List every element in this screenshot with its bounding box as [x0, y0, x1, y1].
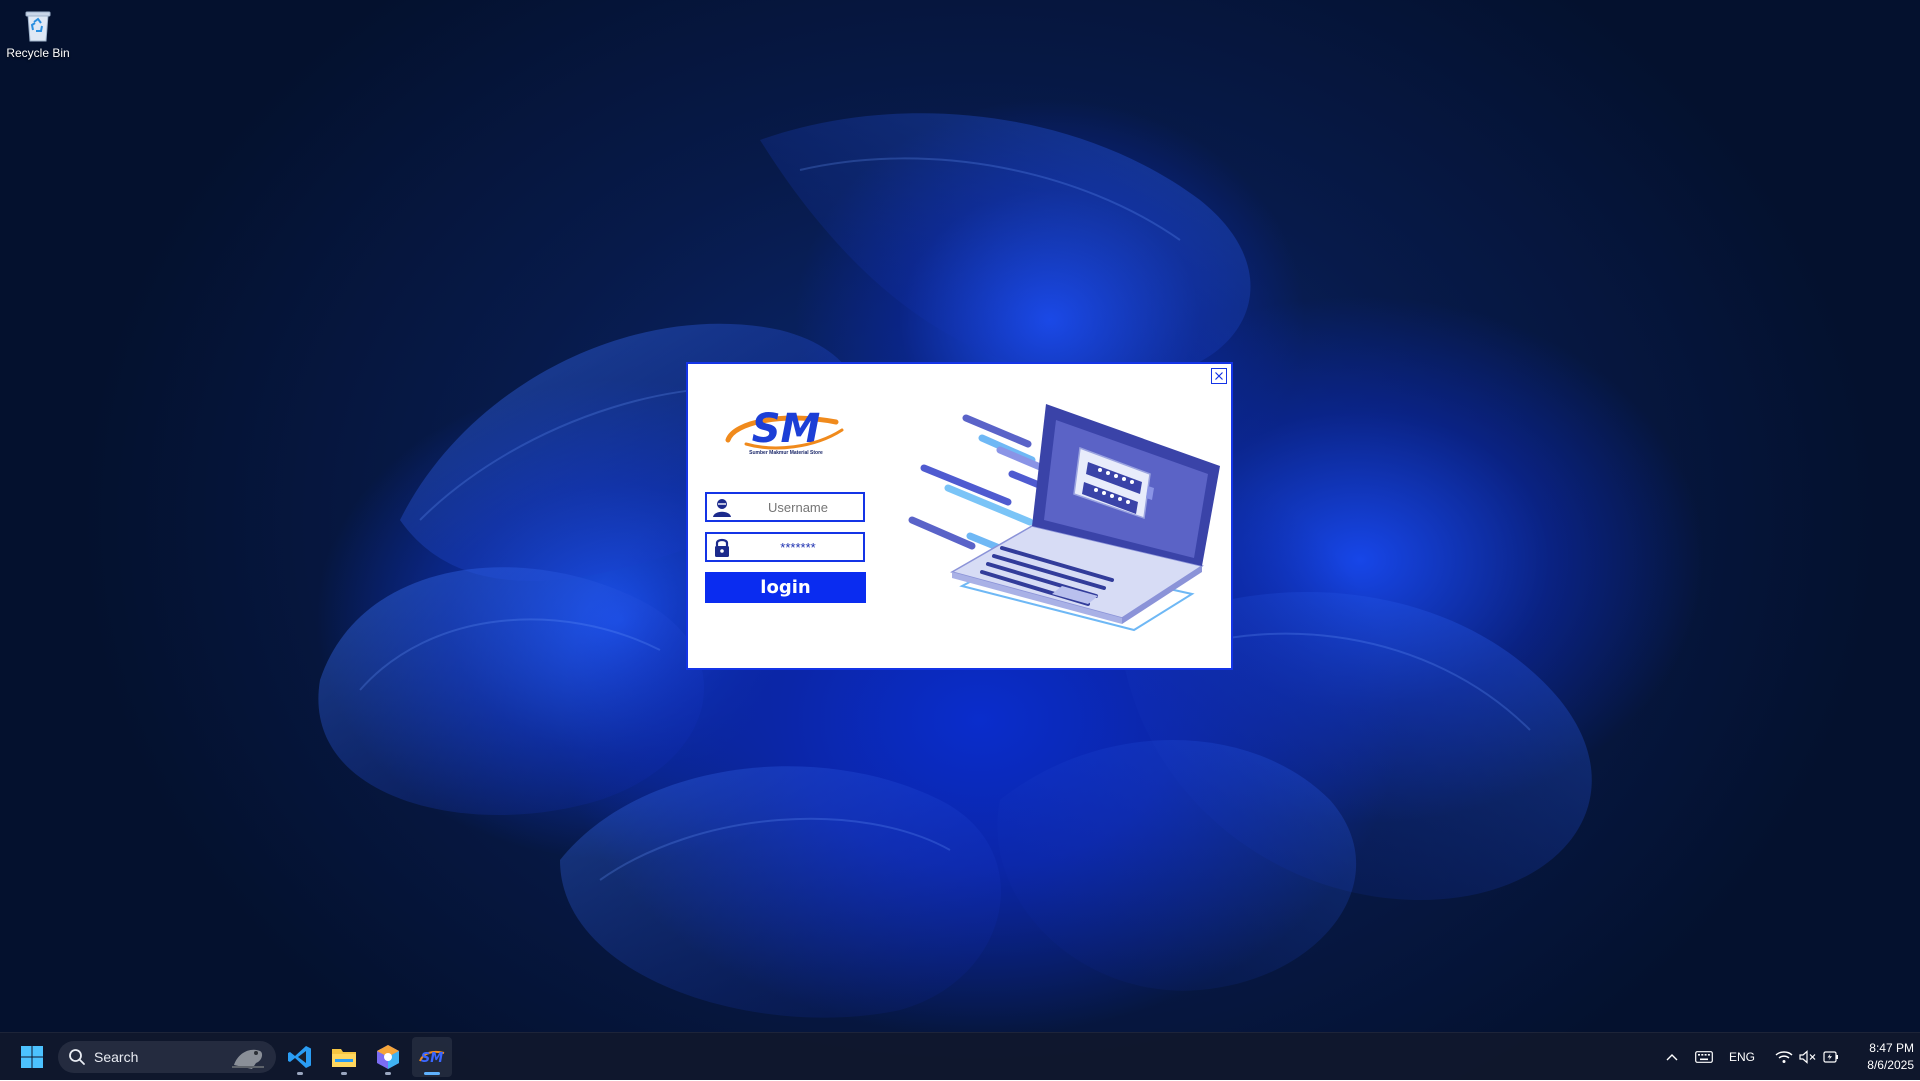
running-indicator — [385, 1072, 391, 1075]
taskbar: Search SM ENG 8:47 PM 8/6/2025 — [0, 1032, 1920, 1080]
hexagon-app-icon — [377, 1045, 399, 1069]
folder-icon — [332, 1049, 356, 1067]
chevron-up-icon — [1666, 1054, 1678, 1061]
username-field[interactable] — [705, 492, 865, 522]
taskbar-sm-app[interactable]: SM — [412, 1037, 452, 1077]
login-button[interactable]: login — [705, 572, 866, 603]
windows-start-icon — [21, 1046, 43, 1068]
search-label: Search — [94, 1049, 139, 1065]
clock-date: 8/6/2025 — [1867, 1058, 1914, 1072]
taskbar-file-explorer[interactable] — [324, 1037, 364, 1077]
taskbar-hexagon-app[interactable] — [368, 1037, 408, 1077]
lock-icon — [715, 538, 729, 557]
keyboard-icon — [1695, 1051, 1713, 1063]
logo-caption: Sumber Makmur Material Store — [749, 450, 823, 456]
recycle-bin-label: Recycle Bin — [6, 46, 70, 60]
company-logo: SM Sumber Makmur Material Store — [724, 404, 848, 468]
laptop-login-illustration — [908, 404, 1220, 632]
search-icon — [69, 1049, 85, 1065]
running-indicator — [297, 1072, 303, 1075]
user-icon — [713, 499, 731, 517]
desktop: Recycle Bin SM Sumber Makmur Material St… — [0, 0, 1920, 1080]
password-field[interactable] — [705, 532, 865, 562]
username-input[interactable] — [735, 496, 861, 518]
active-indicator — [424, 1072, 440, 1075]
taskbar-vscode[interactable] — [280, 1037, 320, 1077]
input-language-indicator[interactable]: ENG — [1722, 1033, 1762, 1081]
start-button[interactable] — [12, 1037, 52, 1077]
volume-muted-icon — [1799, 1050, 1816, 1064]
clock-time: 8:47 PM — [1869, 1041, 1914, 1055]
wifi-icon — [1775, 1051, 1793, 1063]
recycle-bin-icon — [21, 6, 55, 44]
taskbar-search[interactable]: Search — [58, 1041, 276, 1073]
touch-keyboard-button[interactable] — [1692, 1033, 1716, 1081]
taskbar-clock[interactable]: 8:47 PM 8/6/2025 — [1844, 1040, 1914, 1074]
close-icon — [1215, 372, 1223, 380]
login-window: SM Sumber Makmur Material Store login — [686, 362, 1233, 670]
recycle-bin-shortcut[interactable]: Recycle Bin — [4, 4, 72, 60]
vscode-icon — [288, 1046, 311, 1068]
close-button[interactable] — [1211, 368, 1227, 384]
svg-text:SM: SM — [421, 1051, 443, 1066]
running-indicator — [341, 1072, 347, 1075]
battery-charging-icon — [1823, 1051, 1838, 1063]
quick-settings-button[interactable] — [1770, 1033, 1844, 1081]
sm-app-icon: SM — [419, 1050, 445, 1066]
search-highlight-icon — [232, 1049, 264, 1069]
password-input[interactable] — [735, 536, 861, 558]
sm-logo-icon: SM — [725, 406, 844, 452]
show-hidden-icons-button[interactable] — [1660, 1033, 1684, 1081]
